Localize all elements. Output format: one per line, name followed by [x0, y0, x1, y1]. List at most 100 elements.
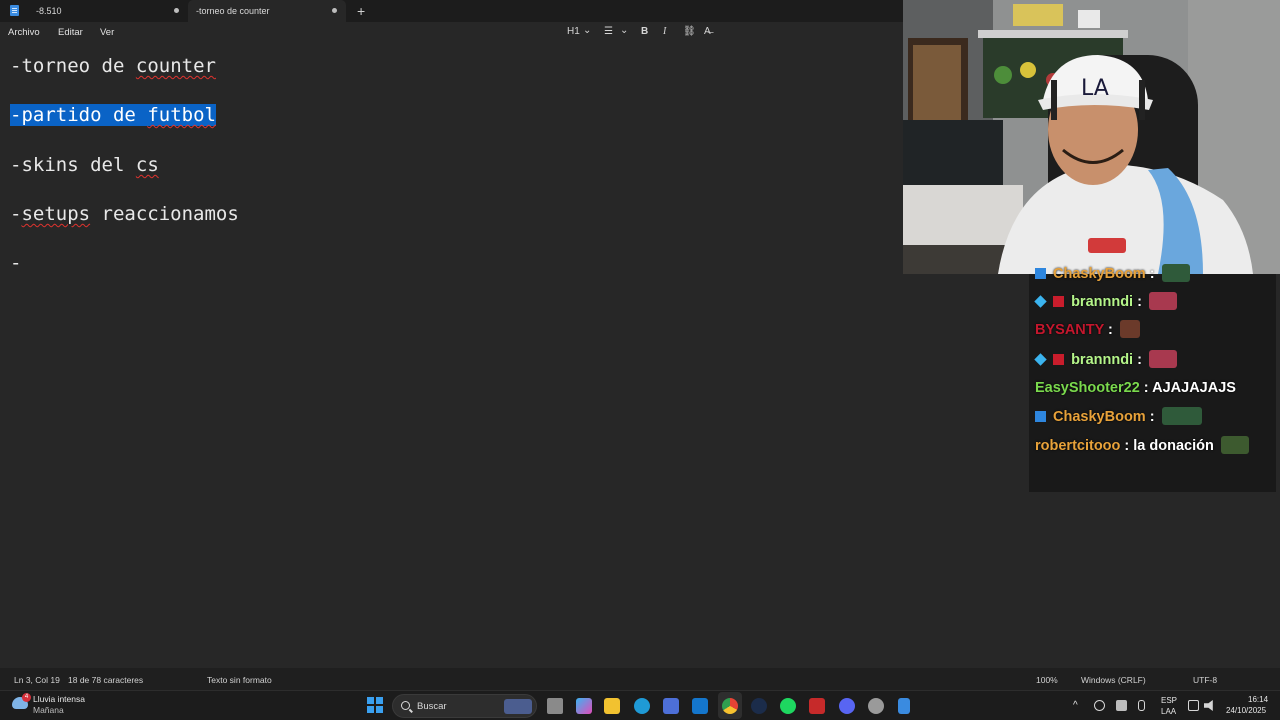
unsaved-dot-icon[interactable]: [332, 8, 337, 13]
line-text: -: [10, 252, 22, 274]
tray-overflow-icon[interactable]: ^: [1073, 700, 1078, 711]
chat-separator: :: [1139, 380, 1149, 396]
taskbar-search[interactable]: Buscar: [392, 694, 537, 718]
chat-separator: :: [1133, 352, 1142, 368]
language-top[interactable]: ESP: [1161, 696, 1177, 705]
clock-date[interactable]: 24/10/2025: [1226, 706, 1266, 715]
chat-separator: :: [1104, 322, 1113, 338]
chat-separator: :: [1145, 266, 1155, 282]
cursor-position: Ln 3, Col 19: [14, 675, 60, 685]
tab-torneo-de-counter[interactable]: -torneo de counter: [188, 0, 346, 22]
chevron-down-icon[interactable]: ⌄: [620, 25, 628, 36]
cube-badge-icon: [1034, 353, 1047, 366]
tab-8510[interactable]: -8.510: [28, 0, 188, 22]
misspelled-word[interactable]: setups: [21, 203, 90, 225]
edge-icon[interactable]: [634, 698, 650, 714]
chat-username: EasyShooter22: [1035, 380, 1140, 396]
unsaved-dot-icon[interactable]: [174, 8, 179, 13]
notepad-taskbar-icon[interactable]: [898, 698, 910, 714]
weather-title: Lluvia intensa: [33, 694, 85, 704]
search-highlight-icon: [504, 699, 532, 714]
bold-button[interactable]: B: [641, 26, 648, 37]
network-tray-icon[interactable]: [1116, 700, 1127, 711]
chat-message: BYSANTY :: [1035, 319, 1140, 341]
chat-username: brannndi: [1071, 294, 1134, 310]
volume-icon[interactable]: [1204, 700, 1213, 711]
weather-subtitle: Mañana: [33, 705, 64, 715]
chat-text: la donación: [1129, 438, 1214, 454]
chat-separator: :: [1133, 294, 1142, 310]
editor-line-3: -skins del cs: [10, 152, 159, 178]
new-tab-button[interactable]: +: [357, 2, 365, 20]
notepad-icon: [10, 5, 19, 16]
menu-bar: Archivo Editar Ver H1 ⌄ ☰ ⌄ B I ⛓ A̶: [0, 22, 903, 44]
line-text: -setups reaccionamos: [10, 203, 239, 225]
text-format: Texto sin formato: [207, 675, 272, 685]
line-text: -skins del cs: [10, 154, 159, 176]
menu-edit[interactable]: Editar: [58, 27, 83, 38]
windows-start-icon[interactable]: [367, 697, 383, 713]
line-ending: Windows (CRLF): [1081, 675, 1146, 685]
zoom-level: 100%: [1036, 675, 1058, 685]
chrome-icon[interactable]: [722, 698, 738, 714]
list-icon[interactable]: ☰: [604, 26, 613, 37]
editor-line-2: -partido de futbol: [10, 102, 216, 128]
sync-icon[interactable]: [1094, 700, 1105, 711]
copilot-icon[interactable]: [576, 698, 592, 714]
chevron-down-icon[interactable]: ⌄: [583, 25, 591, 36]
clock-time[interactable]: 16:14: [1248, 695, 1268, 704]
chat-message: ChaskyBoom :: [1035, 406, 1202, 428]
emote-icon: [1220, 436, 1249, 454]
chat-username: BYSANTY: [1035, 322, 1105, 338]
chat-text: AJAJAJAJS: [1148, 380, 1236, 396]
emote-icon: [1148, 292, 1177, 310]
link-icon[interactable]: ⛓: [683, 26, 696, 37]
spotify-icon[interactable]: [780, 698, 796, 714]
file-explorer-icon[interactable]: [604, 698, 620, 714]
sword-badge-icon: [1053, 354, 1065, 365]
taskbar: 4 Lluvia intensa Mañana Buscar ^ ESP LAA…: [0, 690, 1280, 720]
misspelled-word[interactable]: futbol: [147, 104, 216, 126]
chat-message: robertcitooo : la donación: [1035, 435, 1249, 457]
chat-username: brannndi: [1071, 352, 1134, 368]
menu-file[interactable]: Archivo: [8, 27, 40, 38]
discord-icon[interactable]: [839, 698, 855, 714]
clear-formatting-icon[interactable]: A̶: [704, 26, 711, 37]
task-view-icon[interactable]: [547, 698, 563, 714]
misspelled-word[interactable]: counter: [136, 55, 216, 77]
heading-dropdown[interactable]: H1: [567, 26, 580, 37]
chat-message: brannndi :: [1034, 291, 1177, 313]
misspelled-word[interactable]: cs: [136, 154, 159, 176]
chat-username: robertcitooo: [1035, 438, 1121, 454]
emote-icon: [1161, 264, 1190, 282]
chat-separator: :: [1120, 438, 1130, 454]
display-icon[interactable]: [1188, 700, 1199, 711]
chat-username: ChaskyBoom: [1053, 266, 1146, 282]
steam-icon[interactable]: [751, 698, 767, 714]
chat-message: brannndi :: [1034, 349, 1177, 371]
cube-badge-icon: [1034, 295, 1047, 308]
microphone-icon[interactable]: [1138, 700, 1145, 711]
outlook-icon[interactable]: [692, 698, 708, 714]
text-editor[interactable]: -torneo de counter -partido de futbol -s…: [0, 44, 903, 668]
line-text: -torneo de counter: [10, 55, 216, 77]
search-label: Buscar: [417, 701, 447, 712]
sword-badge-icon: [1053, 296, 1065, 307]
chat-message: ChaskyBoom :: [1035, 263, 1190, 285]
language-bottom[interactable]: LAA: [1161, 707, 1176, 716]
sub-badge-icon: [1035, 411, 1046, 422]
selected-text: -partido de futbol: [10, 104, 216, 126]
editor-line-5: -: [10, 250, 21, 276]
weather-badge: 4: [22, 693, 31, 702]
obs-icon[interactable]: [868, 698, 884, 714]
webcam-overlay: LA: [903, 0, 1280, 274]
tab-bar: -8.510 -torneo de counter +: [0, 0, 903, 22]
tab-label: -8.510: [36, 6, 62, 16]
app-icon[interactable]: [809, 698, 825, 714]
italic-button[interactable]: I: [663, 26, 666, 37]
chat-message: EasyShooter22 : AJAJAJAJS: [1035, 377, 1236, 399]
search-icon: [401, 701, 410, 710]
menu-view[interactable]: Ver: [100, 27, 114, 38]
character-count: 18 de 78 caracteres: [68, 675, 144, 685]
store-icon[interactable]: [663, 698, 679, 714]
